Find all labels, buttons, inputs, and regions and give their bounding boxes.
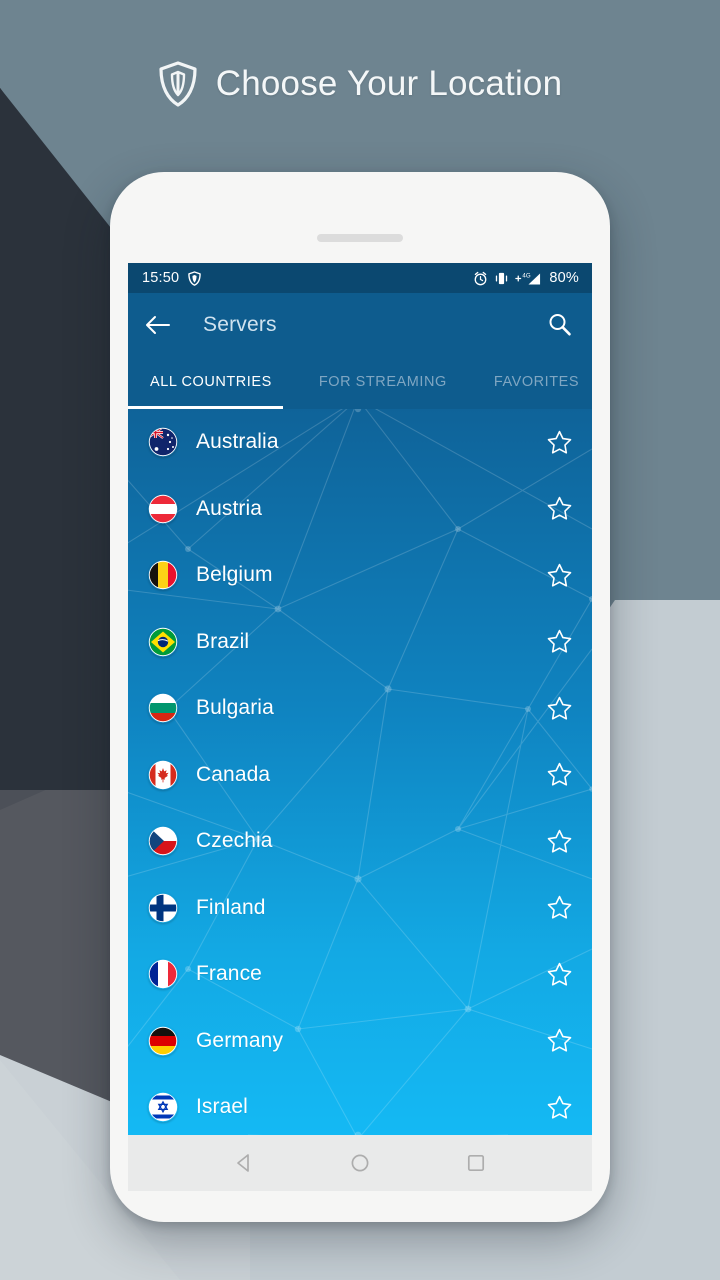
country-name: Belgium (196, 563, 273, 587)
country-name: Brazil (196, 629, 250, 653)
favorite-star-icon[interactable] (546, 562, 573, 589)
country-name: France (196, 962, 262, 986)
flag-france-icon (148, 960, 178, 989)
nav-back-icon[interactable] (232, 1151, 256, 1175)
country-name: Austria (196, 496, 263, 520)
svg-text:4G: 4G (523, 272, 531, 279)
list-item[interactable]: Finland (128, 875, 592, 942)
nav-recents-icon[interactable] (464, 1151, 488, 1175)
flag-finland-icon (148, 893, 178, 922)
country-list: Australia Austria Belgium Brazil Bulgari… (128, 409, 592, 1135)
list-item[interactable]: Czechia (128, 808, 592, 875)
search-icon[interactable] (547, 312, 572, 337)
list-item[interactable]: Brazil (128, 609, 592, 676)
flag-bulgaria-icon (148, 694, 178, 723)
flag-australia-icon (148, 428, 178, 457)
country-name: Australia (196, 430, 279, 454)
android-nav-bar (128, 1135, 592, 1191)
flag-germany-icon (148, 1026, 178, 1055)
country-name: Finland (196, 895, 266, 919)
favorite-star-icon[interactable] (546, 1027, 573, 1054)
country-name: Bulgaria (196, 696, 274, 720)
phone-speaker-grille (317, 234, 403, 242)
list-item[interactable]: Belgium (128, 542, 592, 609)
signal-bars-icon: 4G (515, 272, 541, 285)
tab-bar: ALL COUNTRIES FOR STREAMING FAVORITES (128, 356, 592, 408)
tab-favorites[interactable]: FAVORITES (447, 356, 579, 408)
flag-belgium-icon (148, 561, 178, 590)
country-name: Israel (196, 1095, 248, 1119)
favorite-star-icon[interactable] (546, 961, 573, 988)
favorite-star-icon[interactable] (546, 1094, 573, 1121)
favorite-star-icon[interactable] (546, 828, 573, 855)
list-item[interactable]: Germany (128, 1008, 592, 1075)
list-item[interactable]: Israel (128, 1074, 592, 1135)
app-bar-title: Servers (203, 312, 277, 336)
flag-brazil-icon (148, 627, 178, 656)
battery-percentage: 80% (549, 270, 579, 286)
country-list-container[interactable]: Australia Austria Belgium Brazil Bulgari… (128, 409, 592, 1135)
favorite-star-icon[interactable] (546, 495, 573, 522)
status-time: 15:50 (142, 270, 180, 286)
shield-icon (159, 61, 197, 107)
list-item[interactable]: Bulgaria (128, 675, 592, 742)
flag-canada-icon (148, 760, 178, 789)
flag-czechia-icon (148, 827, 178, 856)
phone-mockup: 15:50 4G 80% Servers ALL COUNTRIES FOR S… (110, 172, 610, 1222)
status-bar: 15:50 4G 80% (128, 263, 592, 293)
country-name: Czechia (196, 829, 273, 853)
list-item[interactable]: Australia (128, 409, 592, 476)
nav-home-icon[interactable] (348, 1151, 372, 1175)
list-item[interactable]: Austria (128, 476, 592, 543)
shield-icon (188, 270, 202, 286)
page-header: Choose Your Location (0, 0, 720, 168)
tab-all-countries[interactable]: ALL COUNTRIES (128, 356, 272, 408)
favorite-star-icon[interactable] (546, 628, 573, 655)
back-arrow-icon[interactable] (145, 314, 171, 336)
status-icons: 4G 80% (473, 270, 579, 286)
list-item[interactable]: Canada (128, 742, 592, 809)
country-name: Germany (196, 1028, 284, 1052)
flag-israel-icon (148, 1093, 178, 1122)
flag-austria-icon (148, 494, 178, 523)
favorite-star-icon[interactable] (546, 761, 573, 788)
phone-screen: 15:50 4G 80% Servers ALL COUNTRIES FOR S… (128, 263, 592, 1135)
vibrate-icon (496, 272, 508, 284)
app-bar: Servers (128, 293, 592, 356)
favorite-star-icon[interactable] (546, 429, 573, 456)
favorite-star-icon[interactable] (546, 894, 573, 921)
alarm-clock-icon (474, 271, 487, 285)
favorite-star-icon[interactable] (546, 695, 573, 722)
country-name: Canada (196, 762, 271, 786)
page-title: Choose Your Location (215, 64, 563, 103)
tab-for-streaming[interactable]: FOR STREAMING (272, 356, 447, 408)
list-item[interactable]: France (128, 941, 592, 1008)
